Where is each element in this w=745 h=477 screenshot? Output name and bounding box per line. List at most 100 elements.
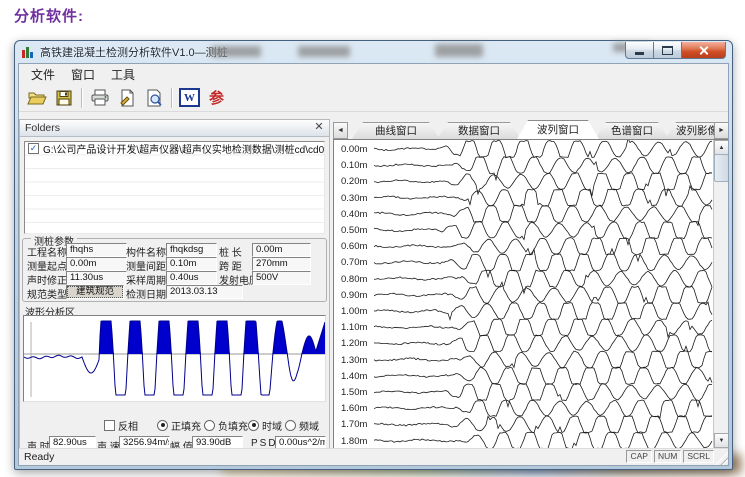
freq-domain-label: 频域 [299,418,319,433]
panel-close-button[interactable]: ✕ [312,121,326,134]
param-label-measure-interval: 测量间距 [126,258,166,273]
censor-blur [435,44,483,57]
param-field-test-date[interactable]: 2013.03.13 [166,285,243,299]
param-label-project-name: 工程名称 [27,244,67,259]
waveform-analysis-box[interactable] [23,315,326,402]
depth-label: 0.20m [341,176,367,187]
param-label-sampling-period: 采样周期 [126,272,166,287]
fill-negative-radio[interactable] [204,420,215,431]
params-group: 测桩参数 工程名称fhqhs构件名称fhqkdsg桩 长0.00m测量起点0.0… [22,238,327,302]
wave-train-row [374,384,712,407]
wave-train-row [374,400,712,418]
depth-label: 1.70m [341,419,367,430]
tab-wave-train-window[interactable]: 波列窗口 [517,120,599,139]
param-field-project-name[interactable]: fhqhs [66,243,127,257]
wave-train-row [374,302,712,319]
fill-negative-option[interactable]: 负填充 [204,419,248,431]
window-titlebar[interactable]: 高铁建混凝土检测分析软件V1.0—测桩 [15,41,732,63]
preview-icon [145,89,163,107]
time-domain-label: 时域 [262,418,282,433]
open-button[interactable] [23,86,50,110]
param-field-sampling-period[interactable]: 0.40us [166,271,217,285]
wave-train-row [374,140,712,158]
scroll-thumb[interactable] [714,154,729,182]
depth-label: 0.60m [341,241,367,252]
wave-train-row [374,416,712,433]
save-button[interactable] [50,86,77,110]
freq-domain-option[interactable]: 频域 [285,419,319,431]
close-button[interactable] [682,42,726,59]
fill-positive-radio[interactable] [157,420,168,431]
wave-train-row [374,221,712,244]
window-title: 高铁建混凝土检测分析软件V1.0—测桩 [40,44,228,60]
depth-label: 1.00m [341,306,367,317]
wave-train-row [374,335,712,352]
wave-train-row [374,205,712,225]
invert-option[interactable]: 反相 [104,419,138,431]
scroll-up-button[interactable]: ▲ [714,140,729,155]
time-domain-option[interactable]: 时域 [248,419,282,431]
status-indicator-scrl: SCRL [683,450,714,463]
wave-train-row [374,249,712,277]
wave-train-area[interactable]: 0.00m0.10m0.20m0.30m0.40m0.50m0.60m0.70m… [333,139,729,449]
file-list[interactable]: ✓G:\公司产品设计开发\超声仪器\超声仪实地检测数据\测桩cd\cd03\cd… [24,141,325,234]
param-field-standard-type[interactable]: 建筑规范 [66,285,124,299]
tab-scroll-right-button[interactable]: ► [714,122,729,139]
print-setup-button[interactable] [113,86,140,110]
censor-blur [211,46,261,57]
minimize-button[interactable] [625,42,653,59]
param-field-emit-voltage[interactable]: 500V [252,271,311,285]
word-export-button[interactable]: W [176,86,203,110]
depth-label: 0.80m [341,274,367,285]
file-item[interactable]: ✓G:\公司产品设计开发\超声仪器\超声仪实地检测数据\测桩cd\cd03\cd… [25,142,324,155]
param-label-pile-length: 桩 长 [219,244,242,259]
resize-grip[interactable] [715,452,728,465]
print-preview-button[interactable] [140,86,167,110]
file-item-checkbox[interactable]: ✓ [28,143,39,154]
wave-train-plot [334,140,714,448]
menu-bar: 文件窗口工具 [19,64,728,84]
client-area: 文件窗口工具 [18,63,729,466]
invert-label: 反相 [118,418,138,433]
status-indicator-num: NUM [654,450,681,463]
minimize-icon [635,52,644,55]
wave-train-row [374,319,712,337]
param-label-standard-type: 规范类型 [27,286,67,301]
print-button[interactable] [86,86,113,110]
param-field-sound-time-correction[interactable]: 11.30us [66,271,127,285]
param-field-measure-interval[interactable]: 0.10m [166,257,217,271]
params-button[interactable]: 参 [203,86,230,110]
param-label-measure-start: 测量起点 [27,258,67,273]
tab-data-window[interactable]: 数据窗口 [437,122,521,139]
menu-item-file[interactable]: 文件 [23,64,63,85]
scroll-down-button[interactable]: ▼ [714,433,729,448]
menu-item-tools[interactable]: 工具 [103,64,143,85]
toolbar: W 参 [19,84,728,112]
tab-curve-window[interactable]: 曲线窗口 [352,122,440,139]
save-icon [55,89,73,107]
maximize-icon [662,46,673,55]
param-field-component-name[interactable]: fhqkdsg [166,243,217,257]
wave-train-row [374,238,712,255]
time-domain-radio[interactable] [248,420,259,431]
tab-spectrum-window[interactable]: 色谱窗口 [595,122,669,139]
param-label-test-date: 检测日期 [126,286,166,301]
wave-window-panel: ◄ 曲线窗口数据窗口波列窗口色谱窗口波列影像 ► 0.00m0.10m0.20m… [332,119,729,449]
param-field-pile-length[interactable]: 0.00m [252,243,311,257]
depth-label: 0.30m [341,193,367,204]
param-field-span-distance[interactable]: 270mm [252,257,311,271]
depth-label: 1.30m [341,355,367,366]
folders-panel: Folders ✕ ✓G:\公司产品设计开发\超声仪器\超声仪实地检测数据\测桩… [19,119,330,449]
vertical-scrollbar[interactable]: ▲ ▼ [713,140,728,448]
tab-scroll-left-button[interactable]: ◄ [333,122,348,139]
maximize-button[interactable] [653,42,682,59]
fill-negative-label: 负填充 [218,418,248,433]
param-label-component-name: 构件名称 [126,244,166,259]
freq-domain-radio[interactable] [285,420,296,431]
param-field-measure-start[interactable]: 0.00m [66,257,127,271]
page-title: 分析软件: [14,5,84,26]
fill-positive-option[interactable]: 正填充 [157,419,201,431]
params-grid: 工程名称fhqhs构件名称fhqkdsg桩 长0.00m测量起点0.00m测量间… [23,239,326,301]
invert-checkbox[interactable] [104,420,115,431]
menu-item-window[interactable]: 窗口 [63,64,103,85]
